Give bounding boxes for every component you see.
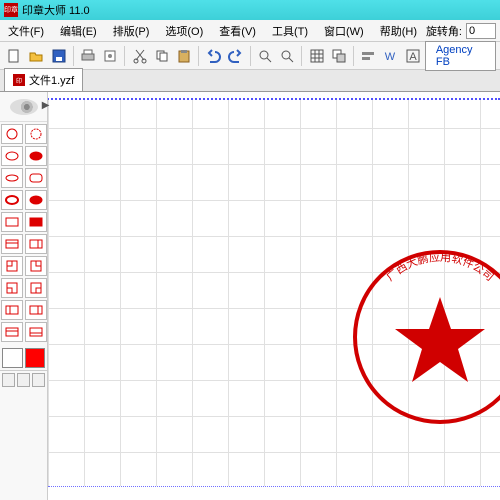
open-button[interactable] <box>26 45 46 67</box>
copy-button[interactable] <box>152 45 172 67</box>
mini-tool-1[interactable] <box>2 373 15 387</box>
document-tab[interactable]: 印 文件1.yzf <box>4 68 83 91</box>
stamp-object[interactable]: 广西大鹏应用软件公司 <box>350 247 500 427</box>
menu-view[interactable]: 查看(V) <box>211 20 264 42</box>
menu-help[interactable]: 帮助(H) <box>372 20 425 42</box>
ruler-horizontal <box>0 92 500 100</box>
new-button[interactable] <box>4 45 24 67</box>
shape-ellipse[interactable] <box>1 168 23 188</box>
tab-filename: 文件1.yzf <box>29 72 74 88</box>
app-title: 印章大师 11.0 <box>22 2 90 18</box>
undo-button[interactable] <box>203 45 223 67</box>
separator-icon <box>250 46 251 66</box>
shape-sq-br[interactable] <box>25 278 47 298</box>
swatch-red[interactable] <box>25 348 46 368</box>
titlebar: 印章 印章大师 11.0 <box>0 0 500 20</box>
menu-tools[interactable]: 工具(T) <box>264 20 316 42</box>
shape-oval[interactable] <box>1 146 23 166</box>
menubar: 文件(F) 编辑(E) 排版(P) 选项(O) 查看(V) 工具(T) 窗口(W… <box>0 20 500 42</box>
menu-file[interactable]: 文件(F) <box>0 20 52 42</box>
shape-sq-tl[interactable] <box>1 256 23 276</box>
zoom-in-button[interactable] <box>255 45 275 67</box>
app-logo-icon: 印章 <box>4 3 18 17</box>
separator-icon <box>198 46 199 66</box>
zoom-out-button[interactable] <box>277 45 297 67</box>
separator-icon <box>73 46 74 66</box>
shape-roundrect[interactable] <box>25 168 47 188</box>
shape-box-bot[interactable] <box>25 322 47 342</box>
font-combo[interactable]: Agency FB <box>425 41 496 71</box>
shape-sq-tr[interactable] <box>25 256 47 276</box>
menu-window[interactable]: 窗口(W) <box>316 20 372 42</box>
print-button[interactable] <box>78 45 98 67</box>
separator-icon <box>353 46 354 66</box>
palette-bottom-tools <box>0 370 47 389</box>
separator-icon <box>301 46 302 66</box>
tab-icon: 印 <box>13 74 25 86</box>
swatch-white[interactable] <box>2 348 23 368</box>
shape-box-right[interactable] <box>25 300 47 320</box>
shape-oval-lines[interactable] <box>25 190 47 210</box>
eye-preview-icon[interactable] <box>10 99 38 115</box>
shape-box-left[interactable] <box>1 300 23 320</box>
text-button[interactable]: W <box>380 45 400 67</box>
rotate-input[interactable] <box>466 23 496 39</box>
separator-icon <box>124 46 125 66</box>
svg-text:W: W <box>385 51 396 63</box>
cut-button[interactable] <box>129 45 149 67</box>
ruler-bottom <box>48 486 500 500</box>
svg-text:广西大鹏应用软件公司: 广西大鹏应用软件公司 <box>384 250 496 284</box>
paste-button[interactable] <box>174 45 194 67</box>
shape-oval-bold[interactable] <box>1 190 23 210</box>
preview-button[interactable] <box>100 45 120 67</box>
menu-edit[interactable]: 编辑(E) <box>52 20 105 42</box>
canvas[interactable]: 广西大鹏应用软件公司 <box>48 92 500 500</box>
shape-circle[interactable] <box>1 124 23 144</box>
mini-tool-2[interactable] <box>17 373 30 387</box>
svg-text:A: A <box>409 51 417 63</box>
shape-sq-bl[interactable] <box>1 278 23 298</box>
align-button[interactable] <box>358 45 378 67</box>
tool-palette <box>0 92 48 500</box>
tabbar: 印 文件1.yzf <box>0 70 500 92</box>
mini-tool-3[interactable] <box>32 373 45 387</box>
workspace: 广西大鹏应用软件公司 <box>0 92 500 500</box>
stamp-text: 广西大鹏应用软件公司 <box>384 250 496 284</box>
font-button[interactable]: A <box>403 45 423 67</box>
rotate-label: 旋转角: <box>426 23 462 39</box>
shape-palette <box>0 122 47 344</box>
shape-rect-top[interactable] <box>1 234 23 254</box>
toolbar: W A Agency FB <box>0 42 500 70</box>
arrange-button[interactable] <box>329 45 349 67</box>
menu-options[interactable]: 选项(O) <box>157 20 211 42</box>
shape-rect-fill[interactable] <box>25 212 47 232</box>
shape-oval-fill[interactable] <box>25 146 47 166</box>
grid-button[interactable] <box>306 45 326 67</box>
redo-button[interactable] <box>226 45 246 67</box>
menu-layout[interactable]: 排版(P) <box>105 20 158 42</box>
shape-circle-dashed[interactable] <box>25 124 47 144</box>
shape-box-top[interactable] <box>1 322 23 342</box>
shape-rect[interactable] <box>1 212 23 232</box>
color-swatches <box>0 346 47 370</box>
save-button[interactable] <box>49 45 69 67</box>
shape-rect-right[interactable] <box>25 234 47 254</box>
